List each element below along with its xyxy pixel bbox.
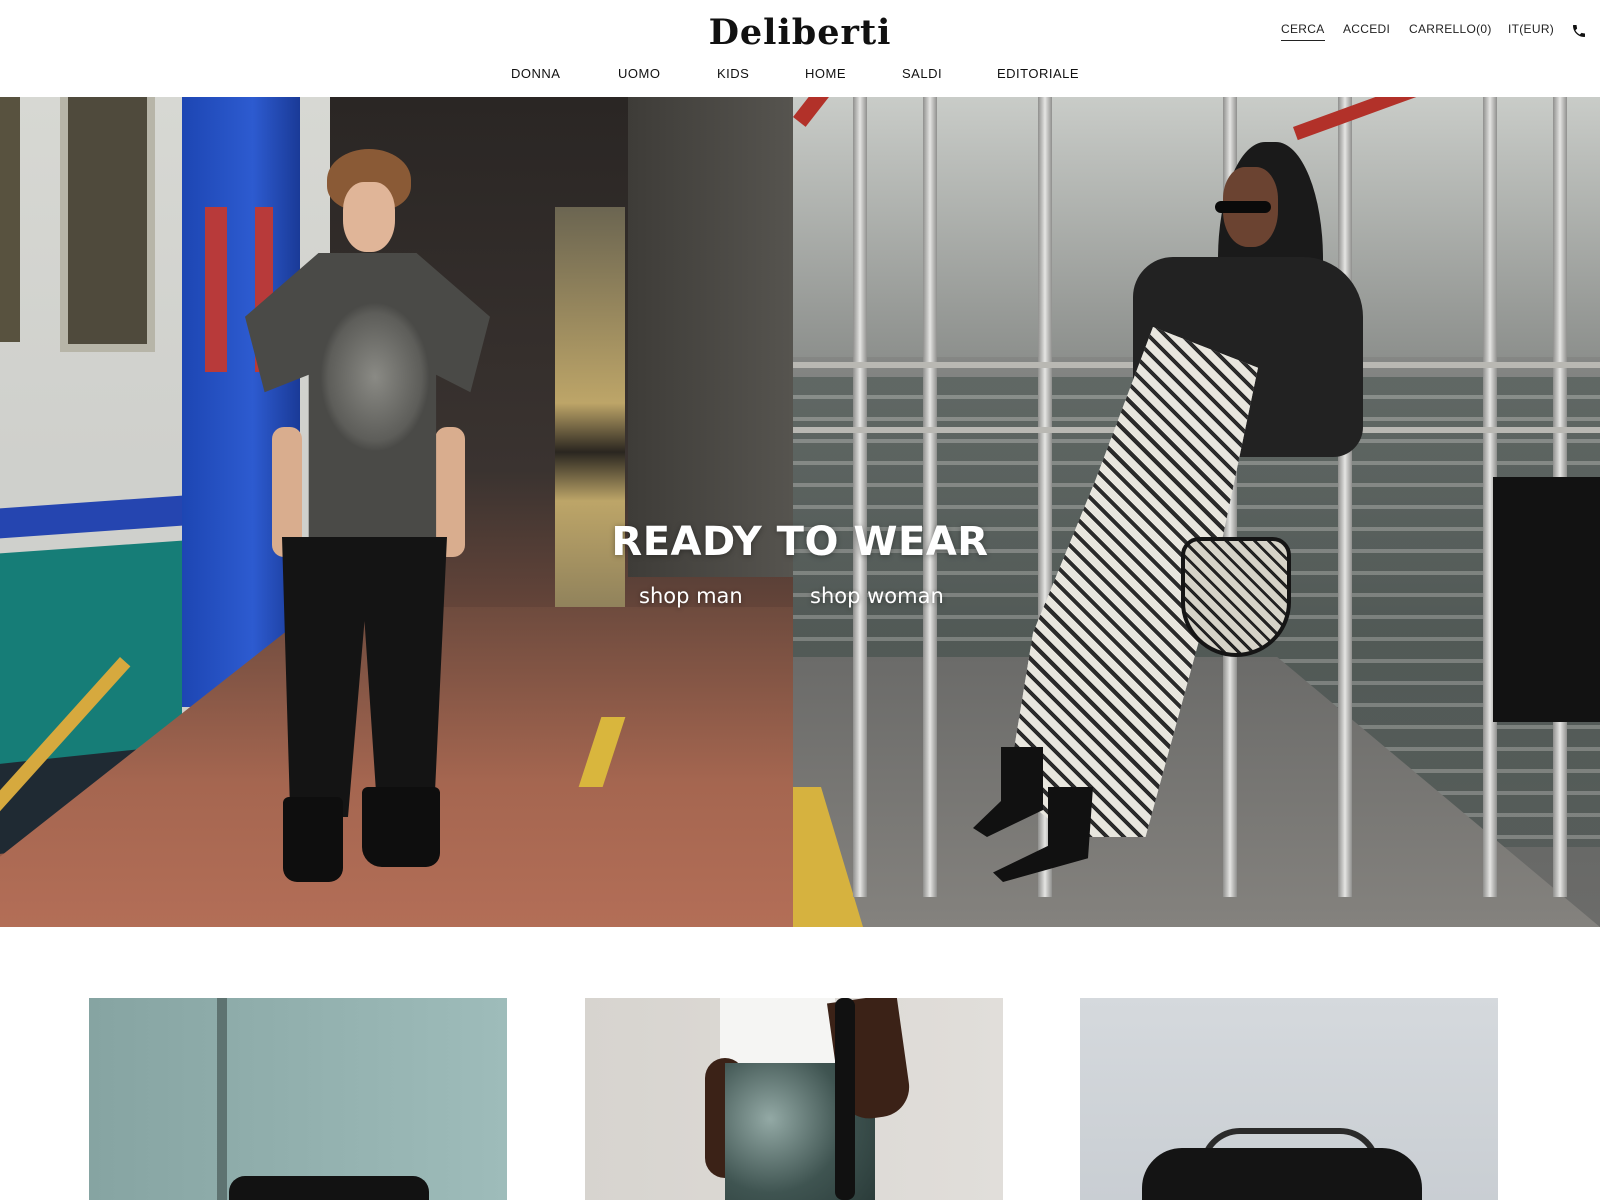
hero-banner: READY TO WEAR shop man shop woman bbox=[0, 97, 1600, 927]
nav-item-kids[interactable]: KIDS bbox=[717, 66, 749, 81]
train-door bbox=[182, 97, 300, 707]
door-frame bbox=[217, 998, 227, 1200]
cart-link[interactable]: CARRELLO(0) bbox=[1409, 22, 1492, 36]
bag-image bbox=[1142, 1148, 1422, 1200]
utility-links: CERCA ACCEDI CARRELLO(0) IT(EUR) bbox=[0, 22, 1600, 42]
nav-item-editoriale[interactable]: EDITORIALE bbox=[997, 66, 1079, 81]
steel-post bbox=[853, 97, 867, 897]
shop-woman-link[interactable]: shop woman bbox=[810, 584, 944, 608]
nav-item-home[interactable]: HOME bbox=[805, 66, 846, 81]
model-boot bbox=[362, 787, 440, 867]
model-head bbox=[343, 182, 395, 252]
search-link[interactable]: CERCA bbox=[1281, 22, 1325, 41]
nav-item-saldi[interactable]: SALDI bbox=[902, 66, 942, 81]
model-shirt bbox=[720, 998, 835, 1068]
hero-title: READY TO WEAR bbox=[611, 519, 989, 565]
sunglasses bbox=[1215, 201, 1271, 213]
featured-tile[interactable] bbox=[1080, 998, 1498, 1200]
side-tab[interactable] bbox=[1493, 477, 1600, 722]
locale-selector[interactable]: IT(EUR) bbox=[1508, 22, 1554, 36]
shoe-image bbox=[229, 1176, 429, 1200]
train-window bbox=[60, 97, 155, 352]
steel-post bbox=[1338, 97, 1352, 897]
shop-man-link[interactable]: shop man bbox=[639, 584, 743, 608]
site-header: Deliberti CERCA ACCEDI CARRELLO(0) IT(EU… bbox=[0, 0, 1600, 97]
phone-icon[interactable] bbox=[1571, 23, 1587, 39]
main-nav: DONNA UOMO KIDS HOME SALDI EDITORIALE bbox=[0, 66, 1600, 86]
hero-image-woman[interactable] bbox=[793, 97, 1600, 927]
steel-post bbox=[923, 97, 937, 897]
login-link[interactable]: ACCEDI bbox=[1343, 22, 1390, 36]
tunnel-wall bbox=[628, 97, 793, 577]
nav-item-uomo[interactable]: UOMO bbox=[618, 66, 660, 81]
train-window bbox=[0, 97, 20, 342]
train-sign bbox=[205, 207, 227, 372]
featured-tile[interactable] bbox=[585, 998, 1003, 1200]
tshirt-graphic bbox=[320, 302, 430, 452]
model-braid bbox=[835, 998, 855, 1200]
model-boot bbox=[283, 797, 343, 882]
hero-image-man[interactable] bbox=[0, 97, 793, 927]
featured-tile[interactable] bbox=[89, 998, 507, 1200]
nav-item-donna[interactable]: DONNA bbox=[511, 66, 560, 81]
